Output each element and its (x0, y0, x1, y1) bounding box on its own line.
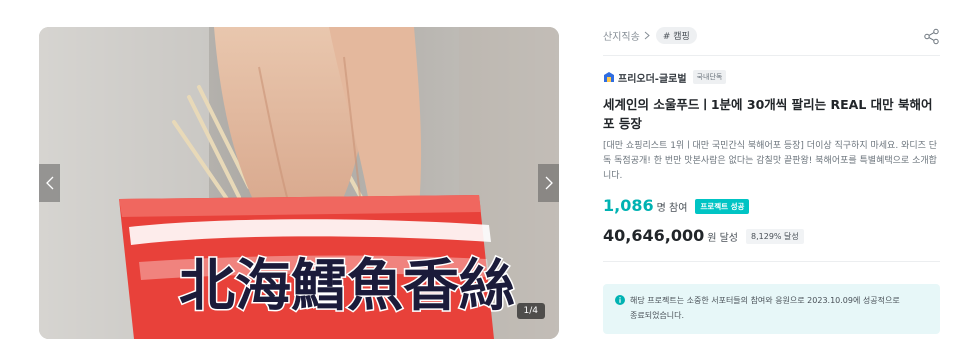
breadcrumb-category-link[interactable]: 산지직송 (603, 28, 650, 43)
project-summary: [대만 쇼핑리스트 1위ㅣ대만 국민간식 북해어포 등장] 더이상 직구하지 마… (603, 141, 938, 181)
notice-line: 해당 프로젝트는 소중한 서포터들의 참여와 응원으로 2023.10.09에 … (630, 296, 900, 305)
maker-row[interactable]: 프리오더-글로벌 국내단독 (603, 69, 727, 85)
funding-unit: 원 달성 (707, 233, 738, 244)
maker-logo-icon (604, 72, 614, 82)
notice-text: 해당 프로젝트는 소중한 서포터들의 참여와 응원으로 2023.10.09에 … (630, 293, 900, 334)
chevron-right-icon (545, 176, 553, 190)
svg-text:北海鱈魚香絲: 北海鱈魚香絲 (179, 253, 515, 319)
participant-unit: 명 참여 (656, 203, 688, 214)
breadcrumb-category-label: 산지직송 (603, 32, 640, 43)
project-success-badge: 프로젝트 성공 (695, 199, 750, 214)
product-photo: 北海鱈魚香絲 (39, 27, 559, 339)
chevron-left-icon (45, 176, 53, 190)
carousel-page-counter: 1/4 (516, 303, 545, 319)
chevron-right-icon (644, 31, 650, 40)
divider (603, 55, 940, 56)
tag-chip[interactable]: # 캠핑 (655, 27, 697, 44)
carousel-next-button[interactable] (538, 164, 559, 202)
domestic-exclusive-badge: 국내단독 (692, 70, 727, 84)
participants-stat: 1,086 명 참여 프로젝트 성공 (603, 196, 750, 216)
project-image-carousel[interactable]: 北海鱈魚香絲 1/4 (39, 27, 559, 339)
project-title: 세계인의 소울푸드ㅣ1분에 30개씩 팔리는 REAL 대만 북해어포 등장 (603, 97, 933, 131)
funding-amount: 40,646,000 (603, 226, 705, 245)
share-icon[interactable] (923, 28, 940, 45)
achievement-percent-badge: 8,129% 달성 (746, 229, 804, 244)
project-ended-notice: 해당 프로젝트는 소중한 서포터들의 참여와 응원으로 2023.10.09에 … (603, 284, 940, 334)
divider (603, 261, 940, 262)
breadcrumb: 산지직송 # 캠핑 (603, 27, 940, 44)
maker-name[interactable]: 프리오더-글로벌 (618, 70, 687, 85)
funding-stat: 40,646,000 원 달성 8,129% 달성 (603, 226, 804, 246)
participant-count: 1,086 (603, 196, 654, 215)
notice-line: 종료되었습니다. (630, 311, 685, 320)
info-icon (615, 295, 625, 305)
carousel-prev-button[interactable] (39, 164, 60, 202)
project-info-panel: 산지직송 # 캠핑 프리오더-글로벌 국내단독 세계인의 소울푸드ㅣ1분에 30… (603, 27, 940, 334)
